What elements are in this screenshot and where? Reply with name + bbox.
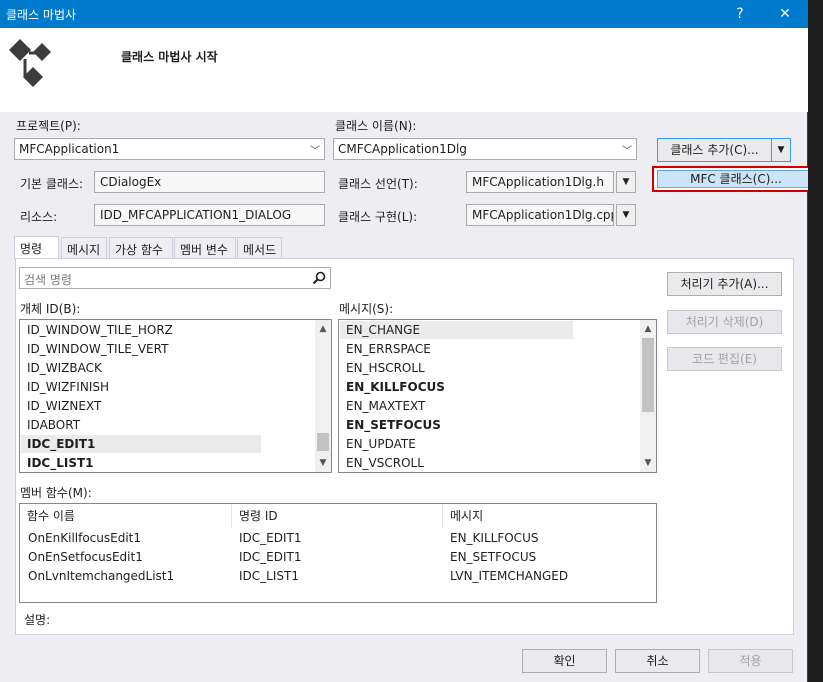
class-impl-label: 클래스 구현(L): — [338, 210, 418, 224]
list-item[interactable]: EN_KILLFOCUS — [346, 378, 445, 397]
class-decl-label: 클래스 선언(T): — [338, 177, 418, 191]
search-placeholder: 검색 명령 — [24, 273, 72, 287]
chevron-down-icon: ﹀ — [622, 146, 632, 157]
add-class-dropdown-button[interactable]: ▼ — [771, 138, 791, 162]
add-class-menu: MFC 클래스(C)... — [652, 166, 820, 192]
scroll-thumb[interactable] — [642, 338, 654, 412]
cancel-button[interactable]: 취소 — [615, 649, 700, 673]
list-item[interactable]: ID_WIZBACK — [27, 359, 102, 378]
member-functions-list[interactable]: 함수 이름 명령 ID 메시지 OnEnKillfocusEdit1 IDC_E… — [19, 503, 657, 603]
list-item[interactable]: IDC_LIST1 — [27, 454, 94, 472]
table-cell[interactable]: OnLvnItemchangedList1 — [28, 567, 174, 586]
tab-commands[interactable]: 명령 — [14, 236, 59, 259]
list-item[interactable]: ID_WINDOW_TILE_VERT — [27, 340, 168, 359]
resource-label: 리소스: — [20, 210, 58, 224]
chevron-down-icon: ﹀ — [310, 146, 320, 157]
list-item[interactable]: EN_VSCROLL — [346, 454, 424, 472]
object-ids-label: 개체 ID(B): — [20, 302, 81, 316]
scroll-up-icon[interactable]: ▲ — [315, 321, 331, 337]
close-button[interactable]: ✕ — [772, 3, 798, 25]
project-label: 프로젝트(P): — [16, 119, 81, 133]
table-cell: IDC_LIST1 — [239, 569, 299, 583]
column-header-message[interactable]: 메시지 — [443, 504, 657, 528]
list-item[interactable]: ID_WINDOW_TILE_HORZ — [27, 321, 173, 340]
tab-methods[interactable]: 메서드 — [237, 237, 282, 259]
list-item[interactable]: EN_MAXTEXT — [346, 397, 425, 416]
mfc-class-menu-item[interactable]: MFC 클래스(C)... — [657, 170, 815, 188]
member-functions-label: 멤버 함수(M): — [20, 486, 92, 500]
column-header-function-name[interactable]: 함수 이름 — [20, 504, 232, 528]
project-combo[interactable]: MFCApplication1 ﹀ — [14, 138, 325, 160]
class-decl-field: MFCApplication1Dlg.h — [466, 171, 614, 193]
wizard-header: 클래스 마법사 시작 — [0, 28, 808, 112]
list-item[interactable]: ID_WIZFINISH — [27, 378, 109, 397]
scroll-thumb[interactable] — [317, 433, 329, 451]
list-item[interactable]: EN_ERRSPACE — [346, 340, 431, 359]
object-ids-scrollbar[interactable]: ▲ ▼ — [315, 320, 331, 472]
base-class-field: CDialogEx — [94, 171, 325, 193]
project-value: MFCApplication1 — [19, 142, 120, 156]
command-search-input[interactable]: 검색 명령 — [19, 267, 331, 289]
scroll-down-icon[interactable]: ▼ — [640, 455, 656, 471]
object-ids-list[interactable]: ID_WINDOW_TILE_HORZ ID_WINDOW_TILE_VERT … — [19, 319, 332, 473]
edit-code-button[interactable]: 코드 편집(E) — [667, 347, 782, 371]
wizard-header-title: 클래스 마법사 시작 — [121, 50, 218, 64]
title-bar: 클래스 마법사 ? ✕ — [0, 0, 808, 28]
add-handler-button[interactable]: 처리기 추가(A)... — [667, 272, 782, 296]
base-class-label: 기본 클래스: — [20, 177, 84, 191]
add-class-button[interactable]: 클래스 추가(C)... — [657, 138, 772, 162]
class-name-combo[interactable]: CMFCApplication1Dlg ﹀ — [333, 138, 637, 160]
list-item[interactable]: EN_HSCROLL — [346, 359, 425, 378]
class-wizard-logo-icon — [9, 39, 51, 87]
table-cell[interactable]: OnEnSetfocusEdit1 — [28, 548, 143, 567]
table-cell: IDC_EDIT1 — [239, 550, 302, 564]
class-decl-dropdown-button[interactable]: ▼ — [616, 171, 636, 193]
table-cell: IDC_EDIT1 — [239, 531, 302, 545]
messages-label: 메시지(S): — [339, 302, 394, 316]
class-wizard-dialog: 클래스 마법사 ? ✕ 클래스 마법사 시작 프로젝트(P): MFCAppli… — [0, 0, 820, 682]
class-name-value: CMFCApplication1Dlg — [338, 142, 467, 156]
table-cell: LVN_ITEMCHANGED — [450, 569, 569, 583]
description-label: 설명: — [24, 613, 51, 627]
list-item[interactable]: IDC_EDIT1 — [27, 435, 95, 454]
help-button[interactable]: ? — [727, 3, 753, 25]
scroll-up-icon[interactable]: ▲ — [640, 321, 656, 337]
list-item[interactable]: EN_SETFOCUS — [346, 416, 441, 435]
list-item[interactable]: EN_CHANGE — [346, 321, 420, 340]
apply-button[interactable]: 적용 — [708, 649, 793, 673]
class-name-label: 클래스 이름(N): — [335, 119, 417, 133]
tab-messages[interactable]: 메시지 — [61, 237, 107, 259]
tab-virtual-functions[interactable]: 가상 함수 — [109, 237, 173, 259]
table-cell: EN_KILLFOCUS — [450, 531, 539, 545]
resource-field: IDD_MFCAPPLICATION1_DIALOG — [94, 204, 325, 226]
messages-list[interactable]: EN_CHANGE EN_ERRSPACE EN_HSCROLL EN_KILL… — [338, 319, 657, 473]
background-editor-strip — [808, 0, 823, 682]
window-title: 클래스 마법사 — [6, 8, 77, 22]
column-header-command-id[interactable]: 명령 ID — [232, 504, 443, 528]
class-impl-dropdown-button[interactable]: ▼ — [616, 204, 636, 226]
search-icon — [312, 271, 326, 285]
list-item[interactable]: ID_WIZNEXT — [27, 397, 101, 416]
table-cell: EN_SETFOCUS — [450, 550, 537, 564]
list-item[interactable]: EN_UPDATE — [346, 435, 416, 454]
table-cell[interactable]: OnEnKillfocusEdit1 — [28, 529, 141, 548]
class-impl-field: MFCApplication1Dlg.cpp — [466, 204, 614, 226]
messages-scrollbar[interactable]: ▲ ▼ — [640, 320, 656, 472]
ok-button[interactable]: 확인 — [522, 649, 607, 673]
scroll-down-icon[interactable]: ▼ — [315, 455, 331, 471]
delete-handler-button[interactable]: 처리기 삭제(D) — [667, 310, 782, 334]
tab-member-variables[interactable]: 멤버 변수 — [174, 237, 236, 259]
list-item[interactable]: IDABORT — [27, 416, 80, 435]
